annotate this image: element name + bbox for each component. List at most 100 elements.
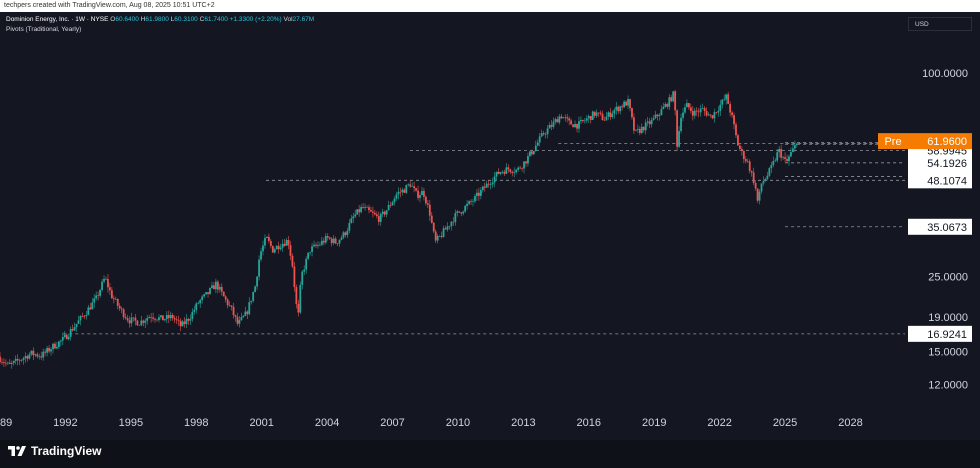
candle-body bbox=[83, 316, 86, 317]
candle-body bbox=[216, 281, 219, 290]
candle-body bbox=[629, 99, 631, 109]
candle-body bbox=[625, 101, 627, 106]
candle-body bbox=[740, 148, 743, 152]
candle-body bbox=[601, 113, 604, 121]
candle-body bbox=[605, 116, 608, 121]
candle-body bbox=[211, 285, 213, 289]
candle-body bbox=[487, 183, 490, 185]
candle-body bbox=[709, 114, 712, 116]
price-axis-tick-label: 100.0000 bbox=[922, 68, 968, 80]
candle-body bbox=[399, 191, 402, 193]
candle-body bbox=[776, 152, 779, 161]
candle-body bbox=[448, 226, 451, 227]
candle-body bbox=[175, 319, 178, 321]
time-axis-tick-label: 2022 bbox=[707, 417, 731, 429]
candle-body bbox=[38, 356, 41, 357]
candle-body bbox=[160, 315, 162, 318]
candle-body bbox=[342, 232, 345, 238]
candle-body bbox=[428, 204, 431, 216]
candle-body bbox=[648, 121, 651, 125]
candle-body bbox=[264, 237, 266, 246]
candle-body bbox=[705, 110, 708, 116]
candle-body bbox=[764, 178, 767, 182]
candle-body bbox=[423, 190, 425, 197]
time-axis-tick-label: 2001 bbox=[249, 417, 273, 429]
candle-body bbox=[236, 316, 239, 324]
candle-body bbox=[379, 214, 382, 222]
candle-body bbox=[79, 316, 82, 321]
candle-body bbox=[20, 359, 23, 361]
candle-body bbox=[360, 206, 363, 213]
candle-body bbox=[560, 116, 563, 119]
candle-body bbox=[695, 110, 698, 112]
candle-body bbox=[277, 245, 280, 250]
candle-body bbox=[489, 184, 492, 185]
price-label: 16.9241 bbox=[927, 329, 967, 341]
candle-body bbox=[28, 354, 31, 359]
time-axis-tick-label: 2016 bbox=[577, 417, 601, 429]
candle-body bbox=[71, 329, 74, 331]
candle-body bbox=[57, 341, 60, 347]
candle-body bbox=[762, 181, 765, 184]
candle-body bbox=[183, 321, 186, 324]
tradingview-brand[interactable]: TradingView bbox=[8, 444, 101, 458]
premarket-price: 61.9600 bbox=[927, 136, 967, 148]
time-axis-tick-label: 2028 bbox=[838, 417, 862, 429]
candle-body bbox=[322, 240, 325, 243]
candle-body bbox=[546, 128, 549, 135]
candle-body bbox=[275, 245, 278, 250]
candle-body bbox=[26, 356, 29, 359]
candle-body bbox=[513, 172, 516, 173]
candle-body bbox=[674, 91, 677, 111]
candle-body bbox=[744, 159, 747, 162]
candle-body bbox=[790, 152, 792, 157]
candle-body bbox=[426, 203, 429, 205]
candle-body bbox=[670, 97, 673, 102]
candle-body bbox=[477, 192, 480, 196]
candle-body bbox=[67, 336, 70, 340]
candle-body bbox=[61, 337, 64, 341]
candle-body bbox=[742, 151, 745, 160]
candle-body bbox=[556, 119, 559, 123]
candle-body bbox=[146, 318, 149, 321]
candle-body bbox=[366, 206, 368, 208]
candle-body bbox=[774, 160, 777, 162]
candle-body bbox=[372, 211, 374, 213]
candle-body bbox=[599, 112, 602, 114]
candle-body bbox=[107, 278, 109, 288]
candle-body bbox=[568, 118, 571, 121]
candle-body bbox=[22, 358, 25, 360]
candle-body bbox=[317, 244, 319, 246]
candle-body bbox=[18, 360, 21, 361]
candle-body bbox=[481, 186, 484, 191]
candle-body bbox=[30, 350, 33, 355]
candle-body bbox=[746, 161, 749, 162]
candle-body bbox=[538, 136, 541, 143]
candle-body bbox=[114, 299, 117, 300]
candle-body bbox=[3, 362, 5, 363]
candle-body bbox=[578, 121, 580, 129]
candle-body bbox=[409, 184, 412, 187]
candle-body bbox=[383, 211, 386, 215]
candle-body bbox=[238, 320, 241, 324]
candle-body bbox=[501, 171, 504, 173]
candle-body bbox=[201, 296, 204, 301]
candle-body bbox=[73, 327, 76, 331]
candle-body bbox=[242, 315, 245, 318]
candle-body bbox=[495, 171, 498, 177]
candle-body bbox=[654, 114, 657, 119]
candle-body bbox=[152, 317, 154, 319]
candle-body bbox=[676, 110, 679, 147]
candle-body bbox=[633, 117, 635, 131]
price-axis-tick-label: 12.0000 bbox=[928, 379, 968, 391]
candle-body bbox=[666, 103, 669, 107]
candle-body bbox=[407, 184, 410, 186]
candle-body bbox=[195, 303, 198, 310]
price-chart[interactable]: 100.0000 25.0000 19.0000 15.0000 12.0000 198… bbox=[0, 0, 980, 468]
candle-body bbox=[138, 325, 141, 326]
candle-body bbox=[120, 308, 123, 310]
candle-body bbox=[527, 156, 529, 164]
candle-body bbox=[483, 186, 486, 188]
candle-body bbox=[222, 291, 225, 297]
candle-body bbox=[375, 214, 378, 217]
